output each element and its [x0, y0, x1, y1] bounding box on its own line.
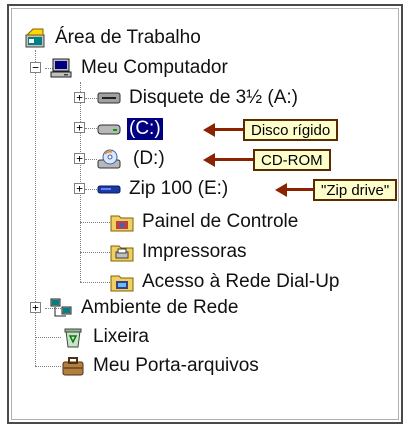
folder-tree: − + + + + + Área de Trabalho Meu Computa…: [9, 6, 401, 422]
tree-item-label-selected: (C:): [126, 117, 164, 141]
tree-line-h: [85, 189, 97, 190]
expand-c-drive-toggle[interactable]: +: [74, 122, 85, 133]
desktop-icon: [23, 27, 47, 49]
tree-line-root: [35, 50, 36, 366]
expand-e-drive-toggle[interactable]: +: [74, 183, 85, 194]
tree-item-printers[interactable]: Impressoras: [110, 237, 249, 267]
callout-cd-rom: CD-ROM: [253, 149, 331, 171]
tree-item-desktop[interactable]: Área de Trabalho: [23, 23, 203, 53]
arrow-line-c: [213, 128, 243, 131]
tree-line-h: [80, 282, 110, 283]
dialup-icon: [110, 271, 134, 293]
floppy-drive-icon: [97, 87, 121, 109]
tree-item-label: Ambiente de Rede: [81, 297, 239, 318]
explorer-tree-panel: − + + + + + Área de Trabalho Meu Computa…: [7, 4, 403, 424]
recycle-bin-icon: [61, 326, 85, 348]
zip-drive-icon: [97, 178, 121, 200]
tree-item-control-panel[interactable]: Painel de Controle: [110, 207, 300, 237]
network-icon: [49, 297, 73, 319]
tree-item-label: (D:): [133, 148, 165, 169]
tree-line-h: [85, 98, 97, 99]
tree-line-h: [85, 128, 97, 129]
tree-line-h: [85, 159, 97, 160]
tree-item-label: Disquete de 3½ (A:): [129, 87, 298, 108]
tree-line-h: [35, 337, 61, 338]
tree-item-c-drive[interactable]: (C:): [97, 114, 164, 144]
computer-icon: [49, 57, 73, 79]
arrow-line-e: [285, 188, 313, 191]
tree-item-label: Meu Porta-arquivos: [93, 355, 259, 376]
tree-item-label: Impressoras: [142, 241, 247, 262]
expand-floppy-toggle[interactable]: +: [74, 92, 85, 103]
tree-item-network[interactable]: Ambiente de Rede: [49, 293, 240, 323]
printers-icon: [110, 241, 134, 263]
tree-line-h: [80, 222, 110, 223]
tree-line-h: [80, 252, 110, 253]
callout-hard-disk: Disco rígido: [243, 119, 339, 141]
hard-disk-icon: [97, 118, 121, 140]
tree-item-briefcase[interactable]: Meu Porta-arquivos: [61, 351, 261, 381]
tree-item-label: Meu Computador: [81, 57, 228, 78]
tree-item-label: Zip 100 (E:): [129, 178, 229, 199]
tree-item-label: Painel de Controle: [142, 211, 299, 232]
arrow-line-d: [213, 158, 253, 161]
collapse-my-computer-toggle[interactable]: −: [30, 62, 41, 73]
tree-line-h: [35, 366, 61, 367]
callout-zip-drive: "Zip drive": [313, 179, 398, 201]
briefcase-icon: [61, 355, 85, 377]
tree-item-recycle-bin[interactable]: Lixeira: [61, 322, 151, 352]
tree-item-label: Acesso à Rede Dial-Up: [142, 271, 340, 292]
control-panel-icon: [110, 211, 134, 233]
tree-item-label: Lixeira: [93, 326, 149, 347]
tree-item-e-drive[interactable]: Zip 100 (E:): [97, 174, 230, 204]
expand-d-drive-toggle[interactable]: +: [74, 153, 85, 164]
tree-item-label: Área de Trabalho: [55, 27, 201, 48]
cd-rom-icon: [97, 148, 121, 170]
tree-item-floppy[interactable]: Disquete de 3½ (A:): [97, 83, 300, 113]
expand-network-toggle[interactable]: +: [30, 302, 41, 313]
tree-item-my-computer[interactable]: Meu Computador: [49, 53, 230, 83]
tree-item-d-drive[interactable]: (D:): [97, 144, 167, 174]
